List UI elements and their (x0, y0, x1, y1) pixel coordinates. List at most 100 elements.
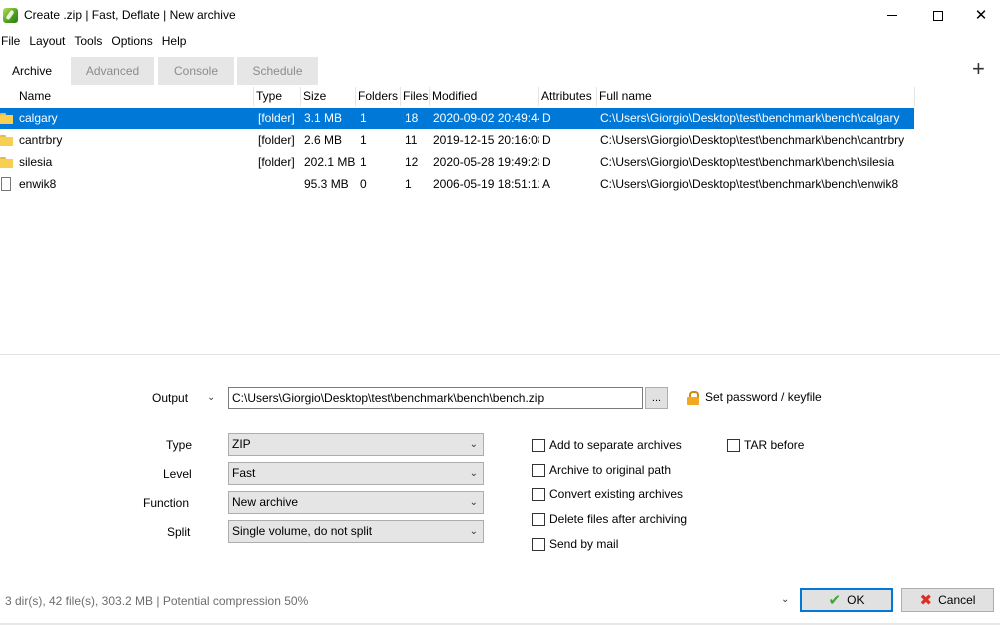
convert-existing-checkbox[interactable]: Convert existing archives (532, 486, 683, 502)
add-separate-label: Add to separate archives (549, 438, 682, 452)
split-value: Single volume, do not split (232, 524, 373, 538)
cell-size: 202.1 MB (304, 155, 356, 169)
tab-bar: Archive Advanced Console Schedule (0, 57, 1000, 85)
set-password-link[interactable]: Set password / keyfile (705, 390, 822, 404)
folder-icon (0, 135, 13, 146)
send-mail-label: Send by mail (549, 537, 619, 551)
table-row[interactable]: silesia [folder] 202.1 MB 1 12 2020-05-28 19:… (0, 152, 914, 173)
function-select[interactable]: New archive ⌄ (228, 491, 484, 514)
check-icon: ✔ (828, 592, 842, 609)
cell-name: enwik8 (19, 177, 57, 191)
minimize-button[interactable] (869, 0, 915, 31)
cancel-button[interactable]: ✖ Cancel (901, 588, 994, 612)
lock-icon (687, 391, 700, 405)
checkbox-box (532, 537, 545, 551)
column-folders[interactable]: Folders (356, 87, 401, 106)
chevron-down-icon: ⌄ (469, 526, 478, 537)
cell-fullname: C:\Users\Giorgio\Desktop\test\benchmark\… (600, 133, 905, 147)
close-icon: ✕ (974, 7, 988, 24)
cell-modified: 2019-12-15 20:16:08 (433, 133, 539, 147)
column-type[interactable]: Type (254, 87, 301, 106)
chevron-down-icon[interactable]: ⌄ (781, 594, 789, 605)
type-select[interactable]: ZIP ⌄ (228, 433, 484, 456)
table-row[interactable]: calgary [folder] 3.1 MB 1 18 2020-09-02 20:49… (0, 108, 914, 129)
app-icon (3, 8, 18, 23)
cell-name: silesia (19, 155, 53, 169)
cell-fullname: C:\Users\Giorgio\Desktop\test\benchmark\… (600, 155, 895, 169)
cell-size: 2.6 MB (304, 133, 343, 147)
output-path-input[interactable]: C:\Users\Giorgio\Desktop\test\benchmark\… (228, 387, 643, 409)
menu-tools[interactable]: Tools (73, 32, 109, 50)
column-size[interactable]: Size (301, 87, 356, 106)
cell-fullname: C:\Users\Giorgio\Desktop\test\benchmark\… (600, 111, 900, 125)
menu-options[interactable]: Options (110, 32, 159, 50)
cell-type (258, 174, 301, 195)
output-label: Output (152, 391, 189, 405)
status-text: 3 dir(s), 42 file(s), 303.2 MB | Potenti… (5, 594, 309, 608)
column-full-name[interactable]: Full name (597, 87, 915, 106)
chevron-down-icon: ⌄ (469, 439, 478, 450)
ok-button[interactable]: ✔ OK (800, 588, 893, 612)
cancel-icon: ✖ (919, 592, 933, 609)
cell-type: [folder] (258, 155, 295, 169)
cell-type: [folder] (258, 111, 295, 125)
tar-before-checkbox[interactable]: TAR before (727, 437, 804, 453)
menu-layout[interactable]: Layout (28, 32, 72, 50)
cell-name: cantrbry (19, 133, 63, 147)
cell-files: 12 (405, 155, 419, 169)
cell-size: 3.1 MB (304, 111, 343, 125)
close-button[interactable]: ✕ (958, 0, 1000, 31)
function-label: Function (143, 496, 190, 510)
level-label: Level (163, 467, 192, 481)
tab-archive[interactable]: Archive (0, 57, 64, 85)
cancel-label: Cancel (938, 593, 976, 607)
send-mail-checkbox[interactable]: Send by mail (532, 536, 618, 552)
convert-existing-label: Convert existing archives (549, 487, 684, 501)
split-label: Split (167, 525, 191, 539)
tab-schedule[interactable]: Schedule (237, 57, 318, 85)
cell-attributes: D (542, 111, 551, 125)
cell-name: calgary (19, 111, 58, 125)
chevron-down-icon: ⌄ (469, 468, 478, 479)
checkbox-box (532, 438, 545, 452)
table-row[interactable]: cantrbry [folder] 2.6 MB 1 11 2019-12-15 20:1… (0, 130, 914, 151)
column-attributes[interactable]: Attributes (539, 87, 597, 106)
chevron-down-icon[interactable]: ⌄ (207, 392, 215, 403)
level-select[interactable]: Fast ⌄ (228, 462, 484, 485)
maximize-button[interactable] (915, 0, 961, 31)
split-select[interactable]: Single volume, do not split ⌄ (228, 520, 484, 543)
cell-folders: 1 (360, 111, 367, 125)
add-icon[interactable]: + (972, 58, 985, 80)
menu-help[interactable]: Help (161, 32, 194, 50)
folder-icon (0, 113, 13, 124)
checkbox-box (532, 487, 545, 501)
tar-before-label: TAR before (744, 438, 805, 452)
cell-modified: 2006-05-19 18:51:12 (433, 177, 539, 191)
column-files[interactable]: Files (401, 87, 430, 106)
cell-folders: 0 (360, 177, 367, 191)
tab-advanced[interactable]: Advanced (71, 57, 154, 85)
tab-console[interactable]: Console (158, 57, 234, 85)
level-value: Fast (232, 466, 256, 480)
column-name[interactable]: Name (17, 87, 254, 106)
cell-files: 18 (405, 111, 419, 125)
function-value: New archive (232, 495, 299, 509)
cell-attributes: D (542, 133, 551, 147)
cell-attributes: D (542, 155, 551, 169)
add-separate-checkbox[interactable]: Add to separate archives (532, 437, 682, 453)
cell-type: [folder] (258, 133, 295, 147)
cell-fullname: C:\Users\Giorgio\Desktop\test\benchmark\… (600, 177, 899, 191)
minimize-icon (887, 15, 897, 16)
cell-size: 95.3 MB (304, 177, 349, 191)
archive-original-checkbox[interactable]: Archive to original path (532, 462, 671, 478)
window-title: Create .zip | Fast, Deflate | New archiv… (24, 8, 236, 22)
folder-icon (0, 157, 13, 168)
cell-folders: 1 (360, 133, 367, 147)
menu-file[interactable]: File (0, 32, 27, 50)
cell-files: 1 (405, 177, 412, 191)
table-row[interactable]: enwik8 95.3 MB 0 1 2006-05-19 18:51:12 A C:\Us… (0, 174, 914, 195)
column-modified[interactable]: Modified (430, 87, 539, 106)
delete-after-checkbox[interactable]: Delete files after archiving (532, 511, 687, 527)
type-label: Type (166, 438, 193, 452)
browse-button[interactable]: ... (645, 387, 668, 409)
